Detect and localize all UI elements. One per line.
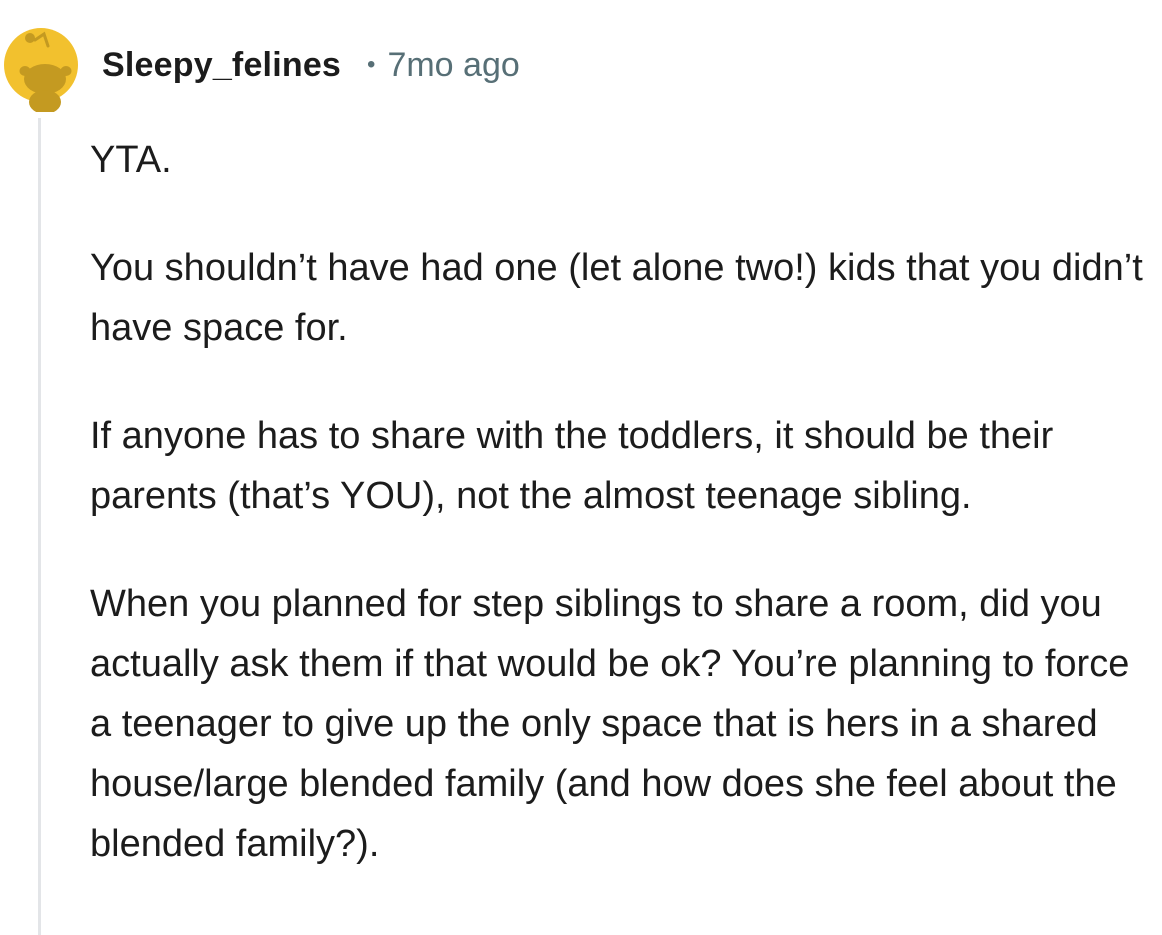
comment: Sleepy_felines • 7mo ago YTA. You should… bbox=[0, 0, 1162, 935]
comment-timestamp[interactable]: 7mo ago bbox=[387, 46, 519, 85]
comment-body: YTA. You shouldn’t have had one (let alo… bbox=[90, 130, 1150, 874]
comment-paragraph: When you planned for step siblings to sh… bbox=[90, 583, 1130, 865]
comment-paragraph: You shouldn’t have had one (let alone tw… bbox=[90, 247, 1143, 349]
comment-header: Sleepy_felines • 7mo ago bbox=[102, 42, 520, 88]
snoo-avatar-icon[interactable] bbox=[4, 18, 78, 112]
separator-dot: • bbox=[367, 51, 376, 78]
comment-paragraph: If anyone has to share with the toddlers… bbox=[90, 415, 1054, 517]
comment-paragraph: YTA. bbox=[90, 139, 172, 181]
username-link[interactable]: Sleepy_felines bbox=[102, 46, 341, 85]
thread-line[interactable] bbox=[38, 118, 41, 935]
